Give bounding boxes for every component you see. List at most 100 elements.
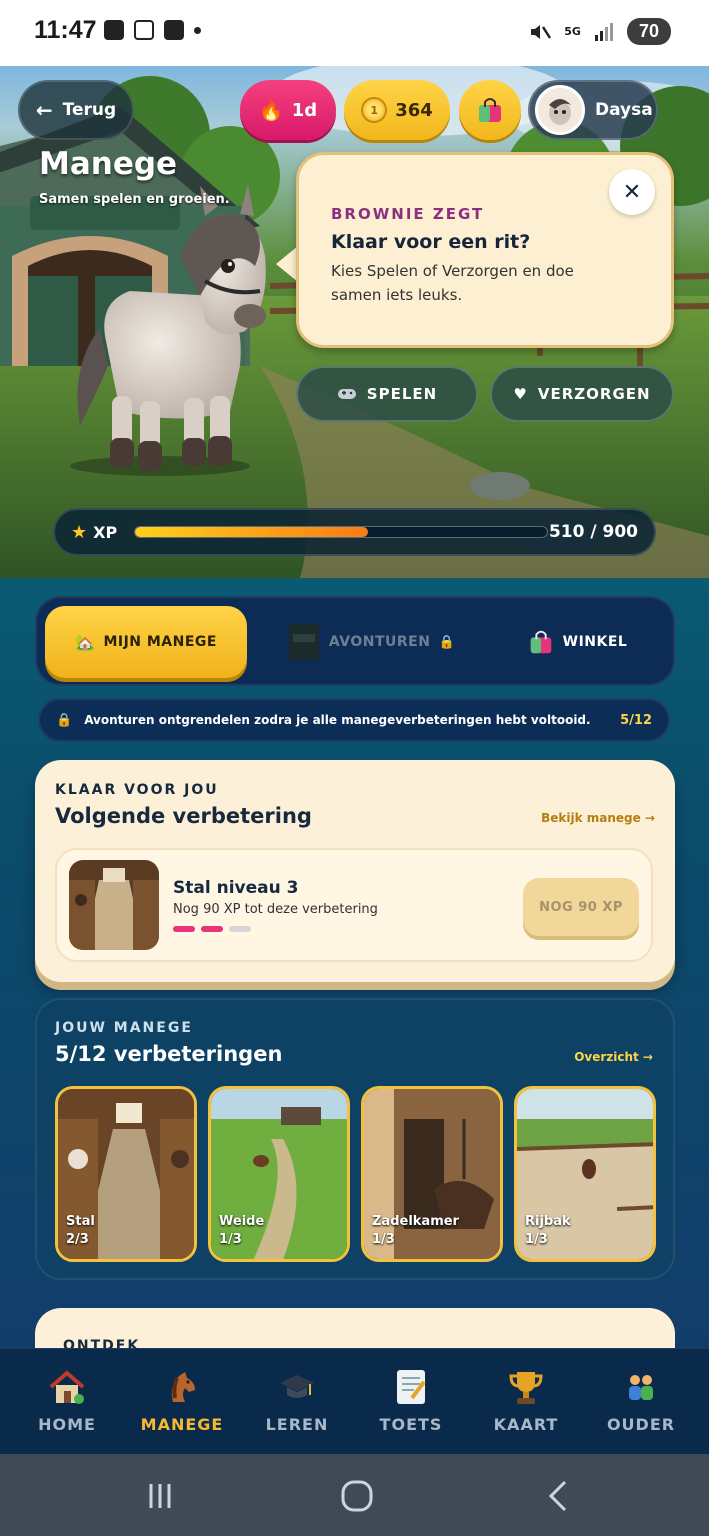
home-button[interactable]	[336, 1476, 378, 1516]
nav-label: OUDER	[606, 1415, 676, 1434]
tile-rijbak[interactable]: Rijbak 1/3	[514, 1086, 656, 1262]
streak-badge[interactable]: 🔥 1d	[240, 80, 336, 140]
unlock-info-count: 5/12	[620, 712, 652, 728]
need-xp-button[interactable]: NOG 90 XP	[523, 878, 639, 936]
recent-apps-icon	[149, 1484, 171, 1508]
system-back-button[interactable]	[538, 1476, 578, 1516]
card-title: Volgende verbetering	[55, 804, 312, 828]
coin-icon: 1	[361, 97, 388, 123]
app-notification-icon	[104, 20, 124, 40]
avatar	[535, 85, 585, 135]
play-button[interactable]: SPELEN	[296, 366, 478, 422]
tile-zadelkamer[interactable]: Zadelkamer 1/3	[361, 1086, 503, 1262]
back-button[interactable]: ← Terug	[18, 80, 134, 140]
tab-winkel[interactable]: WINKEL	[507, 606, 647, 678]
nav-kaart[interactable]: KAART	[467, 1367, 585, 1434]
progress-dot	[201, 926, 223, 932]
nav-manege[interactable]: MANEGE	[123, 1367, 241, 1434]
shop-button[interactable]	[459, 80, 521, 140]
tile-name: Stal	[66, 1214, 95, 1229]
nav-label: TOETS	[379, 1415, 443, 1434]
tile-progress: 1/3	[372, 1232, 395, 1247]
adventure-book-icon	[288, 624, 319, 660]
trophy-icon	[506, 1367, 546, 1407]
nav-label: HOME	[38, 1415, 96, 1434]
tab-bar: 🏡 MIJN MANEGE AVONTUREN 🔒 WINKEL	[35, 596, 675, 686]
xp-fill	[135, 527, 369, 537]
close-icon: ✕	[622, 179, 642, 205]
upgrade-item[interactable]: Stal niveau 3 Nog 90 XP tot deze verbete…	[55, 848, 653, 962]
tile-stal[interactable]: Stal 2/3	[55, 1086, 197, 1262]
progress-dot	[173, 926, 195, 932]
unlock-info-text: Avonturen ontgrendelen zodra je alle man…	[84, 713, 591, 727]
status-time: 11:47	[34, 16, 97, 44]
network-type: 5G	[564, 25, 581, 38]
nav-home[interactable]: HOME	[8, 1367, 126, 1434]
recent-apps-button[interactable]	[140, 1476, 180, 1516]
tab-label: MIJN MANEGE	[103, 634, 217, 650]
card-title: 5/12 verbeteringen	[55, 1042, 283, 1066]
nav-label: MANEGE	[140, 1415, 224, 1434]
more-notifications-dot	[194, 26, 201, 34]
speech-bubble-tail	[276, 246, 298, 282]
nav-ouder[interactable]: OUDER	[582, 1367, 700, 1434]
lock-icon: 🔒	[438, 634, 456, 650]
gamepad-icon	[337, 389, 356, 399]
tab-avonturen[interactable]: AVONTUREN 🔒	[271, 606, 471, 678]
battery-indicator: 70	[626, 18, 671, 45]
mute-icon	[531, 24, 552, 39]
tab-label: WINKEL	[562, 634, 628, 650]
nav-label: LEREN	[265, 1415, 329, 1434]
tile-name: Rijbak	[525, 1214, 571, 1229]
close-bubble-button[interactable]: ✕	[609, 169, 655, 215]
test-paper-icon	[391, 1367, 431, 1407]
progress-dot	[229, 926, 251, 932]
chevron-left-icon	[548, 1480, 567, 1512]
bubble-text: Kies Spelen of Verzorgen en doe samen ie…	[331, 262, 574, 304]
xp-progress-bar: ★ XP 510 / 900	[53, 508, 656, 556]
profile-button[interactable]: Daysa	[528, 80, 658, 140]
house-icon: 🏡	[75, 632, 96, 652]
care-button[interactable]: ♥ VERZORGEN	[490, 366, 674, 422]
status-notification-icons	[104, 20, 201, 40]
view-stable-link[interactable]: Bekijk manege →	[541, 811, 655, 825]
xp-track	[134, 526, 548, 538]
graduation-cap-icon	[277, 1367, 317, 1407]
streak-value: 1d	[291, 99, 318, 121]
app-root: 11:47 5G 70 ← Terug 🔥 1d 1 364 Daysa Man…	[0, 0, 709, 1536]
star-icon: ★	[71, 522, 88, 543]
xp-value: 510 / 900	[548, 522, 638, 542]
xp-label-group: ★ XP	[71, 522, 117, 543]
tile-weide[interactable]: Weide 1/3	[208, 1086, 350, 1262]
coins-value: 364	[395, 99, 433, 121]
tile-progress: 2/3	[66, 1232, 89, 1247]
shopping-bag-icon	[530, 630, 551, 654]
tab-mijn-manege[interactable]: 🏡 MIJN MANEGE	[45, 606, 247, 678]
signal-icon	[594, 22, 613, 41]
unlock-info-banner: 🔒 Avonturen ontgrendelen zodra je alle m…	[38, 698, 670, 742]
nav-label: KAART	[493, 1415, 559, 1434]
tile-progress: 1/3	[525, 1232, 548, 1247]
shopping-bag-icon	[479, 98, 501, 122]
nav-leren[interactable]: LEREN	[238, 1367, 356, 1434]
status-system-icons: 5G 70	[528, 18, 671, 45]
my-stable-card: JOUW MANEGE 5/12 verbeteringen Overzicht…	[35, 998, 675, 1280]
pony-avatar-icon	[549, 99, 571, 125]
overview-link[interactable]: Overzicht →	[574, 1050, 653, 1064]
tile-name: Weide	[219, 1214, 265, 1229]
screenshot-icon	[134, 20, 154, 40]
care-label: VERZORGEN	[537, 385, 651, 403]
nav-toets[interactable]: TOETS	[352, 1367, 470, 1434]
upgrade-title: Stal niveau 3	[173, 878, 299, 898]
coins-badge[interactable]: 1 364	[344, 80, 450, 140]
home-circle-icon	[341, 1480, 373, 1512]
card-eyebrow: JOUW MANEGE	[55, 1020, 193, 1036]
card-eyebrow: KLAAR VOOR JOU	[55, 782, 219, 798]
stable-thumbnail	[69, 860, 159, 950]
page-subtitle: Samen spelen en groeien.	[39, 192, 230, 207]
status-bar: 11:47 5G 70	[0, 0, 709, 66]
upgrade-progress-dots	[173, 926, 251, 932]
xp-label: XP	[93, 523, 118, 542]
flame-icon: 🔥	[258, 98, 284, 122]
tab-label: AVONTUREN	[328, 634, 431, 650]
